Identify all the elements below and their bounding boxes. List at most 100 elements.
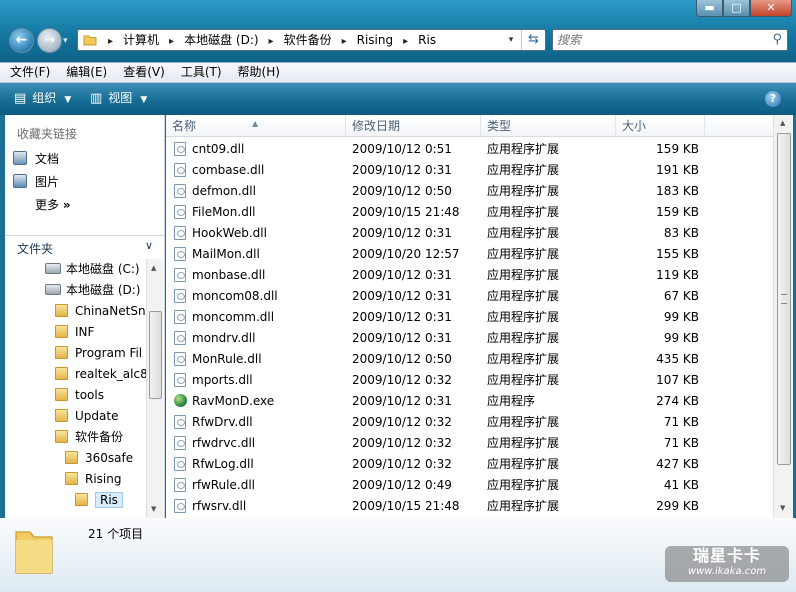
breadcrumb-item[interactable]: Ris — [418, 33, 436, 47]
file-row[interactable]: HookWeb.dll 2009/10/12 0:31 应用程序扩展 83 KB — [166, 223, 773, 244]
views-button[interactable]: ▥ 视图 ▼ — [90, 83, 147, 115]
menu-item[interactable]: 编辑(E) — [58, 63, 115, 82]
minimize-button[interactable]: ▬ — [696, 0, 723, 17]
tree-item[interactable]: Ris — [75, 490, 123, 510]
file-type: 应用程序扩展 — [487, 268, 560, 282]
file-row[interactable]: MonRule.dll 2009/10/12 0:50 应用程序扩展 435 KB — [166, 349, 773, 370]
file-row[interactable]: cnt09.dll 2009/10/12 0:51 应用程序扩展 159 KB — [166, 139, 773, 160]
scroll-thumb[interactable] — [777, 133, 791, 465]
breadcrumb-separator-icon[interactable]: ▸ — [342, 36, 347, 47]
help-button[interactable]: ? — [765, 91, 781, 107]
menu-item[interactable]: 工具(T) — [173, 63, 230, 82]
menu-item[interactable]: 查看(V) — [115, 63, 173, 82]
scroll-thumb[interactable] — [149, 311, 162, 399]
address-dropdown-icon[interactable]: ▾ — [502, 30, 520, 50]
scroll-up-icon[interactable]: ▲ — [780, 119, 785, 127]
tree-item[interactable]: 本地磁盘 (D:) — [45, 280, 140, 300]
scroll-up-icon[interactable]: ▲ — [151, 264, 156, 272]
forward-button[interactable]: → — [37, 28, 62, 53]
breadcrumb-item[interactable]: 软件备份 — [284, 33, 332, 47]
file-row[interactable]: rfwsrv.dll 2009/10/15 21:48 应用程序扩展 299 KB — [166, 496, 773, 517]
tree-item[interactable]: realtek_alc8 — [55, 364, 146, 384]
tree-item[interactable]: 本地磁盘 (C:) — [45, 259, 140, 279]
dll-file-icon — [174, 478, 186, 492]
column-label: 名称 — [172, 119, 197, 133]
close-button[interactable]: ✕ — [750, 0, 792, 17]
breadcrumb-separator-icon[interactable]: ▸ — [108, 36, 113, 47]
address-bar[interactable]: ▸ 计算机 ▸ 本地磁盘 (D:) ▸ 软件备份 ▸ Rising ▸ Ris ▾ ⇆ — [77, 29, 546, 51]
tree-scrollbar[interactable]: ▲ ▼ — [146, 259, 163, 518]
scroll-down-icon[interactable]: ▼ — [780, 504, 785, 512]
file-list: 名称 ▲ 修改日期 类型 大小 cnt09.dll 2009/10/12 0:51 应… — [166, 115, 793, 518]
organize-icon: ▤ — [14, 91, 27, 106]
file-name: MonRule.dll — [174, 349, 346, 370]
file-name-text: combase.dll — [192, 163, 265, 177]
file-row[interactable]: MailMon.dll 2009/10/20 12:57 应用程序扩展 155 KB — [166, 244, 773, 265]
breadcrumb-separator-icon[interactable]: ▸ — [169, 36, 174, 47]
file-row[interactable]: rfwdrvc.dll 2009/10/12 0:32 应用程序扩展 71 KB — [166, 433, 773, 454]
file-name: rfwRule.dll — [174, 475, 346, 496]
folders-header[interactable]: 文件夹 ∨ — [5, 235, 164, 257]
file-row[interactable]: mports.dll 2009/10/12 0:32 应用程序扩展 107 KB — [166, 370, 773, 391]
file-row[interactable]: monbase.dll 2009/10/12 0:31 应用程序扩展 119 KB — [166, 265, 773, 286]
tree-item[interactable]: 软件备份 — [55, 427, 123, 447]
breadcrumb-separator-icon[interactable]: ▸ — [403, 36, 408, 47]
tree-item[interactable]: INF — [55, 322, 94, 342]
list-scrollbar[interactable]: ▲ ▼ — [773, 115, 793, 518]
file-date: 2009/10/12 0:32 — [352, 373, 452, 387]
column-name[interactable]: 名称 ▲ — [166, 115, 346, 137]
file-size: 183 KB — [656, 184, 699, 198]
dll-file-icon — [174, 226, 186, 240]
tree-item[interactable]: ChinaNetSn — [55, 301, 146, 321]
file-row[interactable]: moncomm.dll 2009/10/12 0:31 应用程序扩展 99 KB — [166, 307, 773, 328]
tree-item[interactable]: Update — [55, 406, 118, 426]
views-icon: ▥ — [90, 91, 103, 106]
file-name-text: FileMon.dll — [192, 205, 256, 219]
file-row[interactable]: combase.dll 2009/10/12 0:31 应用程序扩展 191 KB — [166, 160, 773, 181]
breadcrumb-item[interactable]: 本地磁盘 (D:) — [184, 33, 258, 47]
column-size[interactable]: 大小 — [616, 115, 705, 137]
organize-button[interactable]: ▤ 组织 ▼ — [14, 83, 71, 115]
file-row[interactable]: RfwLog.dll 2009/10/12 0:32 应用程序扩展 427 KB — [166, 454, 773, 475]
tree-item-label: 软件备份 — [75, 430, 124, 444]
file-name: monbase.dll — [174, 265, 346, 286]
file-row[interactable]: FileMon.dll 2009/10/15 21:48 应用程序扩展 159 KB — [166, 202, 773, 223]
favorite-pictures[interactable]: 图片 — [13, 172, 59, 192]
favorite-documents[interactable]: 文档 — [13, 149, 59, 169]
file-size: 159 KB — [656, 205, 699, 219]
column-date[interactable]: 修改日期 — [346, 115, 481, 137]
file-row[interactable]: RfwDrv.dll 2009/10/12 0:32 应用程序扩展 71 KB — [166, 412, 773, 433]
search-input[interactable] — [557, 32, 757, 48]
breadcrumb-separator-icon[interactable]: ▸ — [269, 36, 274, 47]
column-type[interactable]: 类型 — [481, 115, 616, 137]
file-date: 2009/10/12 0:31 — [352, 310, 452, 324]
tree-item[interactable]: tools — [55, 385, 104, 405]
menu-item[interactable]: 文件(F) — [0, 63, 58, 82]
favorite-more[interactable]: 更多 » — [35, 195, 71, 215]
file-row[interactable]: mondrv.dll 2009/10/12 0:31 应用程序扩展 99 KB — [166, 328, 773, 349]
file-size: 274 KB — [656, 394, 699, 408]
breadcrumb-item[interactable]: 计算机 — [123, 33, 159, 47]
refresh-icon[interactable]: ⇆ — [521, 30, 545, 50]
file-date: 2009/10/12 0:49 — [352, 478, 452, 492]
scroll-down-icon[interactable]: ▼ — [151, 505, 156, 513]
tree-item[interactable]: Rising — [65, 469, 121, 489]
file-row[interactable]: moncom08.dll 2009/10/12 0:31 应用程序扩展 67 KB — [166, 286, 773, 307]
tree-item[interactable]: Program Fil — [55, 343, 142, 363]
search-icon[interactable]: ⚲ — [772, 32, 782, 47]
tree-item-label: Update — [75, 409, 119, 423]
tree-item[interactable]: 360safe — [65, 448, 133, 468]
folder-icon — [65, 451, 78, 464]
menu-item[interactable]: 帮助(H) — [230, 63, 288, 82]
file-row[interactable]: defmon.dll 2009/10/12 0:50 应用程序扩展 183 KB — [166, 181, 773, 202]
search-box[interactable]: ⚲ — [552, 29, 788, 51]
recent-pages-dropdown[interactable]: ▾ — [63, 36, 68, 46]
maximize-button[interactable]: □ — [723, 0, 750, 17]
file-row[interactable]: RavMonD.exe 2009/10/12 0:31 应用程序 274 KB — [166, 391, 773, 412]
breadcrumb-item[interactable]: Rising — [357, 33, 393, 47]
chevron-down-icon: ∨ — [145, 239, 154, 252]
back-button[interactable]: ← — [9, 28, 34, 53]
file-date: 2009/10/12 0:51 — [352, 142, 452, 156]
file-row[interactable]: rfwRule.dll 2009/10/12 0:49 应用程序扩展 41 KB — [166, 475, 773, 496]
dll-file-icon — [174, 331, 186, 345]
